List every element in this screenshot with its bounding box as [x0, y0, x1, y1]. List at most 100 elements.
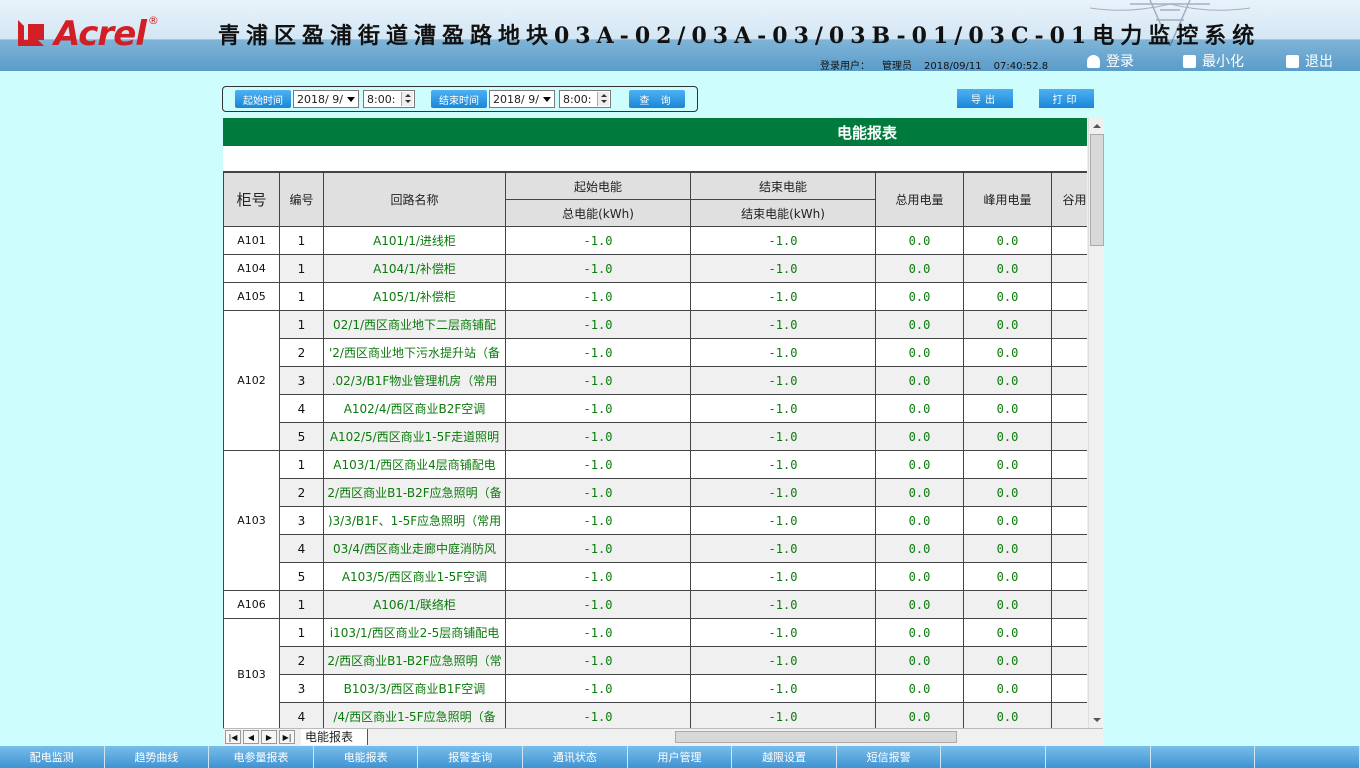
start-date-value: 2018/ 9/: [297, 92, 343, 106]
nav-item[interactable]: [1255, 746, 1360, 768]
nav-item[interactable]: 用户管理: [627, 746, 733, 768]
nav-item[interactable]: [941, 746, 1047, 768]
nav-item[interactable]: 电参量报表: [209, 746, 314, 768]
end-energy-cell: -1.0: [690, 282, 876, 311]
table-row: 5A103/5/西区商业1-5F空调-1.0-1.00.00.00: [224, 562, 1087, 591]
circuit-name-cell: A105/1/补偿柜: [323, 282, 506, 311]
first-sheet-button[interactable]: |◀: [225, 730, 241, 744]
start-energy-cell: -1.0: [505, 450, 691, 479]
nav-item[interactable]: 趋势曲线: [104, 746, 210, 768]
peak-use-cell: 0.0: [963, 590, 1052, 619]
number-cell: 1: [279, 618, 324, 647]
end-time-spinner[interactable]: [597, 92, 609, 106]
table-row: 3.02/3/B1F物业管理机房（常用-1.0-1.00.00.00: [224, 366, 1087, 395]
start-energy-cell: -1.0: [505, 310, 691, 339]
print-button[interactable]: 打印: [1039, 89, 1094, 108]
start-energy-cell: -1.0: [505, 394, 691, 423]
valley-use-cell: 0: [1051, 338, 1087, 367]
valley-use-cell: 0: [1051, 618, 1087, 647]
chevron-down-icon[interactable]: [543, 97, 551, 102]
chevron-down-icon[interactable]: [347, 97, 355, 102]
start-energy-cell: -1.0: [505, 562, 691, 591]
end-energy-cell: -1.0: [690, 506, 876, 535]
scroll-thumb[interactable]: [1090, 134, 1104, 246]
total-use-cell: 0.0: [875, 366, 964, 395]
peak-use-cell: 0.0: [963, 366, 1052, 395]
report-blank-row: [223, 146, 1087, 172]
total-use-cell: 0.0: [875, 394, 964, 423]
start-time-spinner[interactable]: [401, 92, 413, 106]
exit-button[interactable]: 退出: [1286, 52, 1333, 70]
login-user: 管理员: [882, 61, 912, 72]
end-energy-cell: -1.0: [690, 646, 876, 675]
col-cabinet: 柜号: [223, 172, 280, 227]
start-date-picker[interactable]: 2018/ 9/: [293, 90, 359, 108]
next-sheet-button[interactable]: ▶: [261, 730, 277, 744]
query-panel: 起始时间 2018/ 9/ 8:00: 结束时间 2018/ 9/ 8:00: …: [222, 86, 698, 112]
table-row: A1061A106/1/联络柜-1.0-1.00.00.00: [223, 590, 1087, 619]
cabinet-cell: A103: [223, 450, 280, 591]
nav-item[interactable]: 电能报表: [313, 746, 419, 768]
search-button[interactable]: 查 询: [629, 90, 685, 108]
table-row: 3B103/3/西区商业B1F空调-1.0-1.00.00.00: [224, 674, 1087, 703]
nav-item[interactable]: 通讯状态: [523, 746, 628, 768]
nav-item[interactable]: 越限设置: [732, 746, 837, 768]
col-end-energy: 结束电能: [690, 172, 876, 200]
col-valley-use: 谷用: [1051, 172, 1087, 227]
number-cell: 2: [279, 478, 324, 507]
total-use-cell: 0.0: [875, 618, 964, 647]
peak-use-cell: 0.0: [963, 562, 1052, 591]
peak-use-cell: 0.0: [963, 478, 1052, 507]
end-energy-cell: -1.0: [690, 310, 876, 339]
login-user-label: 登录用户：: [820, 61, 870, 72]
minimize-button[interactable]: 最小化: [1183, 52, 1244, 70]
registered-mark: ®: [147, 13, 159, 27]
valley-use-cell: 0: [1051, 422, 1087, 451]
nav-item[interactable]: 配电监测: [0, 746, 105, 768]
valley-use-cell: 0: [1051, 506, 1087, 535]
total-use-cell: 0.0: [875, 702, 964, 728]
circuit-name-cell: B103/3/西区商业B1F空调: [323, 674, 506, 703]
peak-use-cell: 0.0: [963, 310, 1052, 339]
valley-use-cell: 0: [1051, 534, 1087, 563]
report-table: 柜号 编号 回路名称 起始电能 结束电能 总用电量 峰用电量 谷用 总电能(kW…: [223, 172, 1087, 728]
prev-sheet-button[interactable]: ◀: [243, 730, 259, 744]
current-time: 07:40:52.8: [993, 61, 1049, 72]
total-use-cell: 0.0: [875, 338, 964, 367]
circuit-name-cell: A102/4/西区商业B2F空调: [323, 394, 506, 423]
number-cell: 1: [279, 310, 324, 339]
nav-item[interactable]: [1150, 746, 1256, 768]
total-use-cell: 0.0: [875, 534, 964, 563]
end-energy-cell: -1.0: [690, 338, 876, 367]
col-circuit: 回路名称: [323, 172, 506, 227]
end-date-picker[interactable]: 2018/ 9/: [489, 90, 555, 108]
vertical-scrollbar[interactable]: [1088, 118, 1104, 728]
peak-use-cell: 0.0: [963, 394, 1052, 423]
number-cell: 1: [279, 450, 324, 479]
export-button[interactable]: 导出: [957, 89, 1013, 108]
login-label: 登录: [1106, 54, 1134, 70]
table-row: A1031A103/1/西区商业4层商铺配电-1.0-1.00.00.00: [223, 450, 1087, 591]
end-energy-cell: -1.0: [690, 254, 876, 283]
total-use-cell: 0.0: [875, 254, 964, 283]
nav-item[interactable]: [1046, 746, 1151, 768]
nav-item[interactable]: 报警查询: [418, 746, 524, 768]
table-row: 22/西区商业B1-B2F应急照明（备-1.0-1.00.00.00: [224, 478, 1087, 507]
nav-item[interactable]: 短信报警: [836, 746, 942, 768]
end-time-input[interactable]: 8:00:: [559, 90, 611, 108]
end-energy-cell: -1.0: [690, 562, 876, 591]
scroll-down-icon[interactable]: [1093, 718, 1101, 722]
number-cell: 3: [279, 506, 324, 535]
horizontal-scroll-thumb[interactable]: [675, 731, 957, 743]
number-cell: 1: [279, 226, 324, 255]
peak-use-cell: 0.0: [963, 506, 1052, 535]
circuit-name-cell: 03/4/西区商业走廊中庭消防风: [323, 534, 506, 563]
sheet-tab-energy-report[interactable]: 电能报表: [301, 729, 369, 745]
cabinet-cell: A105: [223, 282, 280, 311]
last-sheet-button[interactable]: ▶|: [279, 730, 295, 744]
start-time-input[interactable]: 8:00:: [363, 90, 415, 108]
login-button[interactable]: 登录: [1087, 52, 1134, 70]
total-use-cell: 0.0: [875, 450, 964, 479]
scroll-up-icon[interactable]: [1093, 124, 1101, 128]
start-energy-cell: -1.0: [505, 422, 691, 451]
